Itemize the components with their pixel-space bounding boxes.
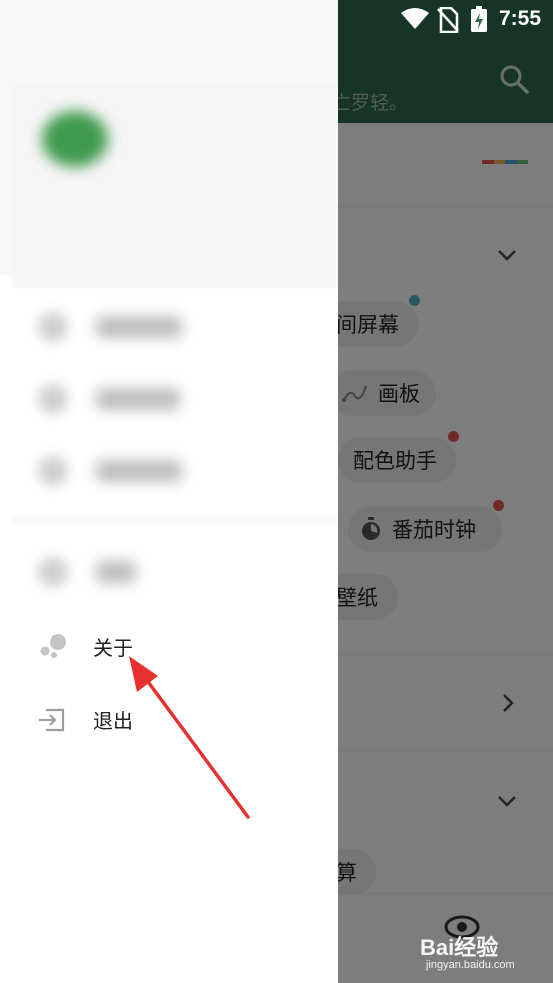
drawer-item-about[interactable]: 关于 xyxy=(0,619,338,675)
drawer-item-blurred[interactable] xyxy=(12,440,338,500)
wifi-icon xyxy=(401,8,429,29)
drawer-item-label: 退出 xyxy=(93,709,133,733)
blurred-label xyxy=(96,460,182,482)
blurred-content xyxy=(12,83,338,596)
status-time: 7:55 xyxy=(498,7,541,30)
drawer-item-exit[interactable]: 退出 xyxy=(0,692,338,748)
avatar[interactable] xyxy=(42,111,108,167)
drawer-item-blurred[interactable] xyxy=(12,296,338,356)
drawer-item-label: 关于 xyxy=(93,636,133,660)
blurred-icon xyxy=(38,557,68,587)
divider xyxy=(12,519,338,521)
blurred-icon xyxy=(38,384,68,414)
exit-icon xyxy=(39,708,65,732)
blurred-icon xyxy=(38,456,68,486)
watermark-logo: Bai经验 xyxy=(420,935,499,960)
blurred-label xyxy=(96,388,180,410)
drawer-item-blurred[interactable] xyxy=(12,368,338,428)
blurred-label xyxy=(96,316,182,338)
drawer-item-blurred[interactable] xyxy=(12,541,338,601)
blurred-icon xyxy=(38,312,68,342)
navigation-drawer: 关于 退出 xyxy=(0,0,338,983)
no-sim-icon xyxy=(437,7,459,33)
about-dots-icon xyxy=(40,634,66,658)
battery-charging-icon xyxy=(471,6,487,32)
blurred-label xyxy=(96,561,136,583)
watermark-url: jingyan.baidu.com xyxy=(426,959,515,971)
baidu-watermark: Bai经验 jingyan.baidu.com xyxy=(420,930,550,975)
